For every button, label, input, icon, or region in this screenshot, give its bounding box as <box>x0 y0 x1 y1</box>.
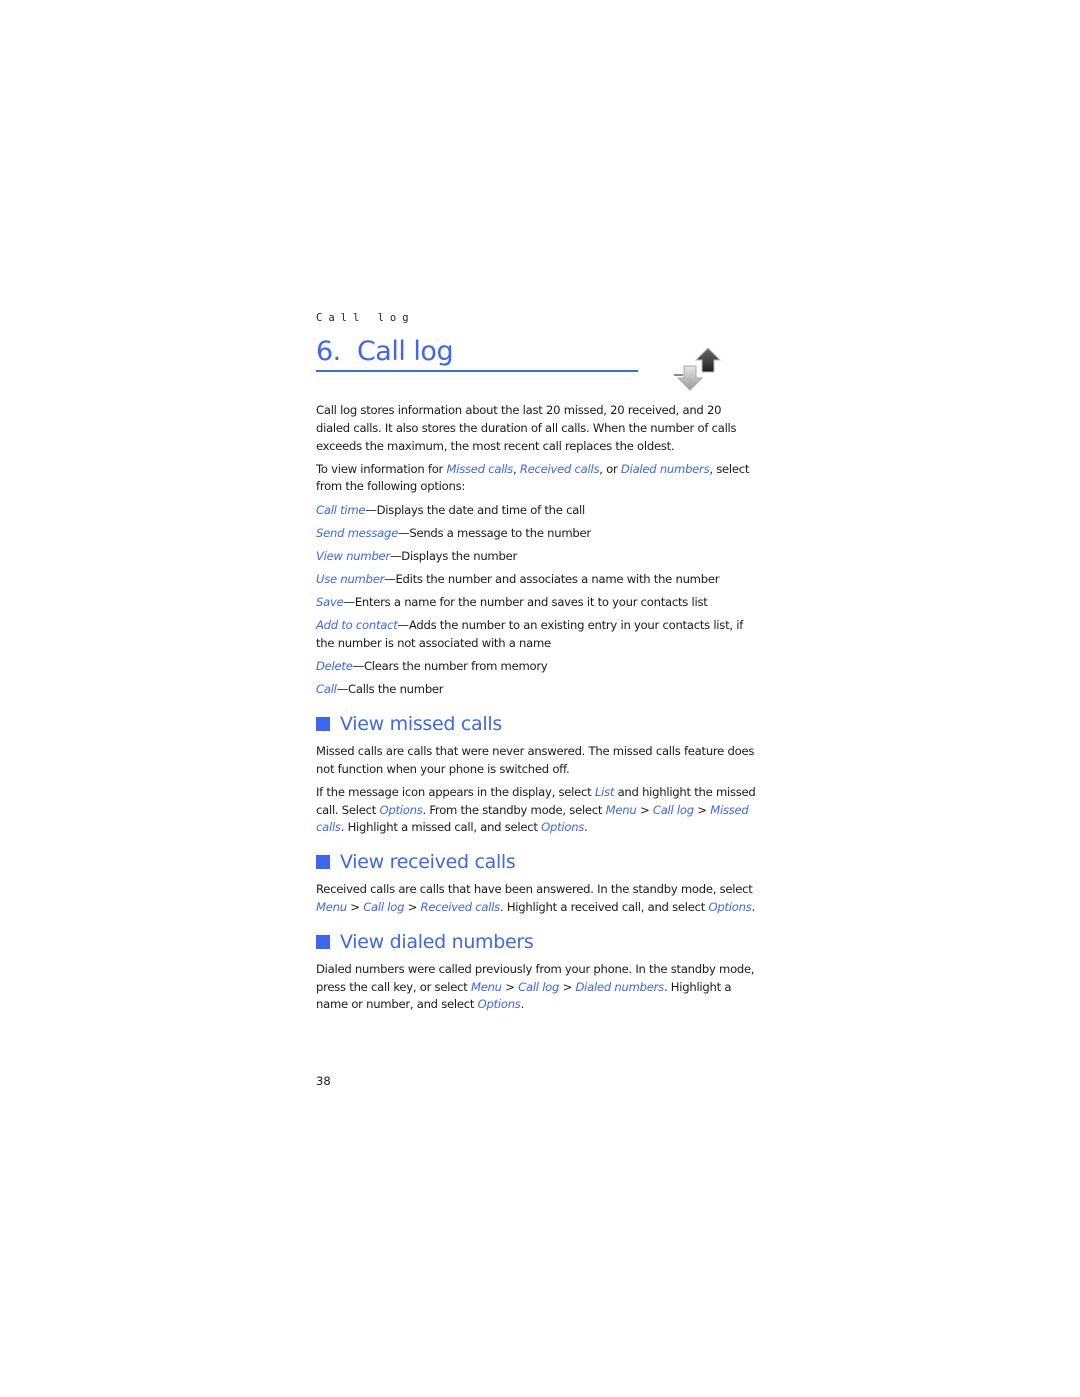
option-term: Add to contact <box>316 618 398 633</box>
square-bullet-icon <box>316 934 330 949</box>
call-log-arrows-icon <box>674 347 722 391</box>
option-desc: —Sends a message to the number <box>398 525 591 540</box>
option-item: Call—Calls the number <box>316 681 756 699</box>
view-info-paragraph: To view information for Missed calls, Re… <box>316 461 750 494</box>
intro-paragraph: Call log stores information about the la… <box>316 403 737 453</box>
missed-calls-ref: Missed calls <box>446 461 514 476</box>
chapter-title: 6. Call log <box>316 334 638 372</box>
option-desc: —Enters a name for the number and saves … <box>343 594 708 609</box>
option-item: Delete—Clears the number from memory <box>316 658 756 676</box>
dialed-paragraph: Dialed numbers were called previously fr… <box>316 961 755 1012</box>
option-desc: —Displays the number <box>389 548 517 563</box>
section-heading-dialed: View dialed numbers <box>316 930 756 954</box>
option-term: Use number <box>316 571 385 586</box>
option-desc: —Calls the number <box>336 682 444 697</box>
page-number: 38 <box>316 1074 331 1088</box>
option-desc: —Clears the number from memory <box>352 658 548 673</box>
option-term: Call <box>316 682 337 697</box>
option-term: Save <box>316 594 344 609</box>
received-calls-ref: Received calls <box>519 461 600 476</box>
option-term: Send message <box>316 525 398 540</box>
option-desc: —Displays the date and time of the call <box>365 502 585 517</box>
dialed-numbers-ref: Dialed numbers <box>620 461 710 476</box>
running-head: Call log <box>316 312 415 324</box>
option-term: Call time <box>316 502 366 517</box>
option-item: View number—Displays the number <box>316 548 756 566</box>
option-item: Save—Enters a name for the number and sa… <box>316 594 756 612</box>
section-heading-received: View received calls <box>316 850 756 874</box>
option-item: Use number—Edits the number and associat… <box>316 571 756 589</box>
received-paragraph: Received calls are calls that have been … <box>316 882 755 914</box>
option-item: Add to contact—Adds the number to an exi… <box>316 617 756 653</box>
chapter-title-text: Call log <box>356 336 454 367</box>
option-term: View number <box>316 548 390 563</box>
section-heading-missed: View missed calls <box>316 712 756 736</box>
square-bullet-icon <box>316 855 330 870</box>
option-desc: —Edits the number and associates a name … <box>384 571 720 586</box>
missed-paragraph-1: Missed calls are calls that were never a… <box>316 743 755 776</box>
chapter-number: 6. <box>316 336 341 367</box>
missed-paragraph-2: If the message icon appears in the displ… <box>316 784 756 835</box>
option-item: Send message—Sends a message to the numb… <box>316 525 756 543</box>
document-body: Call log stores information about the la… <box>316 402 756 1019</box>
square-bullet-icon <box>316 716 330 731</box>
option-item: Call time—Displays the date and time of … <box>316 502 756 520</box>
option-term: Delete <box>316 658 353 673</box>
